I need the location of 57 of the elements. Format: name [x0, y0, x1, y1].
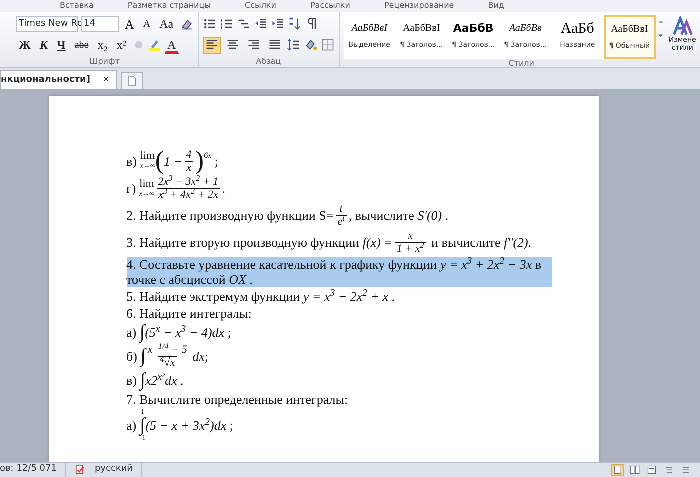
format-button[interactable]: abe	[72, 36, 92, 54]
align-lines-icon	[204, 38, 219, 52]
ribbon-tab[interactable]: Рассылки	[310, 0, 350, 12]
shrink-font-button[interactable]: A	[140, 16, 154, 32]
group-title: Стили	[508, 59, 536, 69]
change-case-button[interactable]: Aa	[156, 16, 177, 32]
group-title: Абзац	[255, 57, 282, 67]
letters-a-icon	[672, 16, 693, 36]
bullet-list-icon[interactable]	[202, 17, 217, 31]
word-count-text: ов: 12/5 071	[0, 463, 66, 477]
problem-text: 4. Составьте уравнение касательной к графику функции y = x$^{3}$ + 2x$^{2}$ − 3x в точке с абсциссой OX .	[126, 257, 552, 287]
highlight-icon[interactable]	[148, 38, 162, 52]
problem-text: 6. Найдите интегралы:	[126, 306, 252, 321]
spell-check-icon[interactable]	[74, 462, 87, 476]
ribbon-tab[interactable]: Разметка страницы	[128, 0, 212, 12]
align-button[interactable]	[202, 36, 221, 54]
document-tab[interactable]: нкциональности] ×	[0, 70, 117, 89]
page-view-icon	[646, 465, 656, 475]
problem-text: в) ∫x2$^{x²}$dx .	[126, 371, 184, 390]
shading-icon[interactable]	[304, 38, 318, 52]
page-view-icon	[680, 465, 690, 475]
page-view-icon	[612, 465, 622, 475]
align-lines-icon	[268, 38, 282, 52]
clear-format-icon[interactable]	[180, 17, 194, 31]
format-button[interactable]: x²	[114, 36, 130, 54]
ribbon-tab[interactable]: Ссылки	[245, 0, 276, 12]
ribbon-tab[interactable]: Вид	[488, 0, 504, 12]
close-button[interactable]: ×	[102, 71, 110, 89]
sort-icon[interactable]	[288, 17, 302, 31]
tab-title: нкциональности]	[1, 74, 90, 87]
multilevel-list-icon[interactable]	[236, 17, 251, 31]
increase-indent-icon[interactable]	[270, 17, 285, 31]
view-button[interactable]	[628, 464, 641, 476]
group-title: Шрифт	[88, 57, 121, 67]
align-lines-icon	[226, 38, 240, 52]
format-button[interactable]: Ч	[54, 36, 69, 54]
new-document-icon[interactable]	[126, 75, 138, 87]
page-view-icon	[630, 465, 640, 475]
align-lines-icon	[246, 38, 261, 52]
font-color-button[interactable]: A	[164, 36, 180, 54]
language-text[interactable]: русский	[94, 463, 142, 477]
numbered-list-icon[interactable]	[220, 17, 234, 31]
format-button[interactable]: x₂	[94, 36, 111, 54]
font-size-field[interactable]: 14	[81, 16, 119, 32]
ribbon-tab[interactable]: Рецензирование	[384, 0, 454, 12]
view-button[interactable]	[645, 464, 658, 476]
problem-text: 5. Найдите экстремум функции y = x$^{3}$ − 2x$^{2}$ + x .	[126, 289, 396, 304]
view-button[interactable]	[611, 464, 624, 476]
ribbon-tab[interactable]: Вставка	[60, 0, 94, 12]
format-button[interactable]: Ж	[16, 36, 34, 54]
problem-text: а) ∫(5$^{x}$ − x$^{3}$ − 4)dx ;	[126, 323, 232, 342]
grow-font-button[interactable]: A	[122, 16, 138, 32]
page-view-icon	[664, 465, 674, 475]
format-button[interactable]: К	[36, 36, 52, 54]
decrease-indent-icon[interactable]	[254, 17, 268, 31]
line-spacing-icon[interactable]	[286, 38, 301, 52]
problem-text: 7. Вычислите определенные интегралы:	[126, 392, 348, 407]
